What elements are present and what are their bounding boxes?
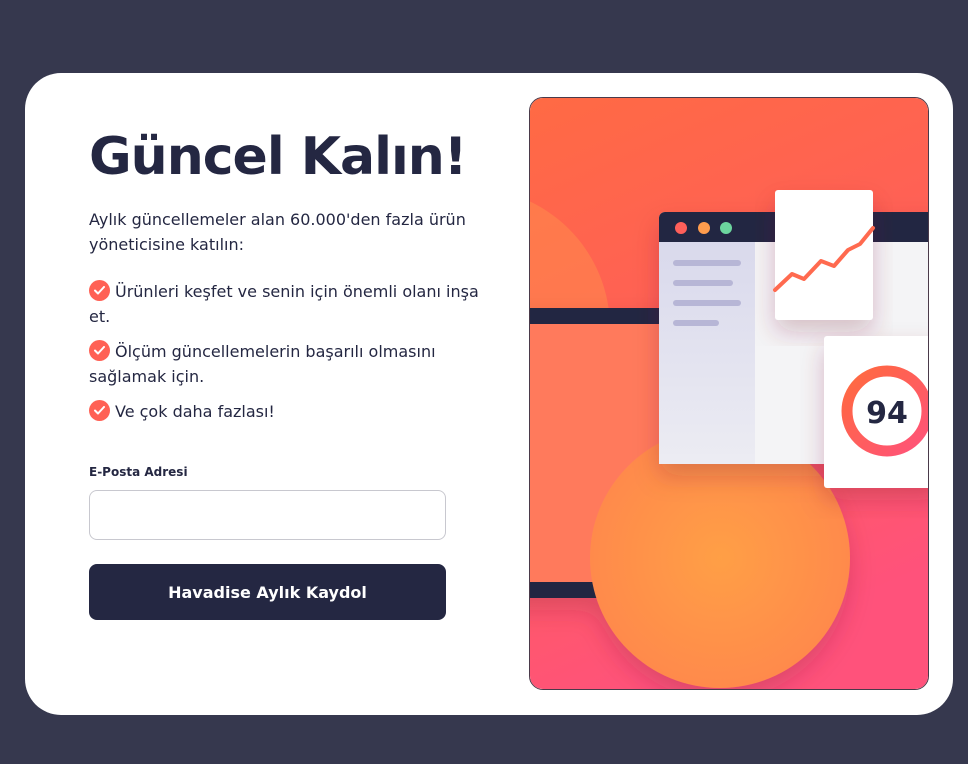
score-value: 94 (866, 396, 908, 431)
feature-text: Ve çok daha fazlası! (115, 402, 275, 421)
email-label: E-Posta Adresi (89, 465, 188, 479)
feature-item: Ve çok daha fazlası! (89, 399, 479, 424)
illustration-graphic: 94 (530, 98, 928, 689)
signup-card: Güncel Kalın! Aylık güncellemeler alan 6… (25, 73, 953, 715)
feature-text: Ölçüm güncellemelerin başarılı olmasını … (89, 342, 436, 386)
email-field[interactable] (89, 490, 446, 540)
intro-text: Aylık güncellemeler alan 60.000'den fazl… (89, 210, 466, 254)
check-icon (89, 340, 110, 361)
feature-item: Ürünleri keşfet ve senin için önemli ola… (89, 279, 479, 329)
feature-list: Ürünleri keşfet ve senin için önemli ola… (89, 279, 479, 434)
check-icon (89, 280, 110, 301)
page-title: Güncel Kalın! (89, 127, 468, 187)
subscribe-button[interactable]: Havadise Aylık Kaydol (89, 564, 446, 620)
hero-illustration: 94 (529, 97, 929, 690)
feature-item: Ölçüm güncellemelerin başarılı olmasını … (89, 339, 479, 389)
check-icon (89, 400, 110, 421)
feature-text: Ürünleri keşfet ve senin için önemli ola… (89, 282, 479, 326)
